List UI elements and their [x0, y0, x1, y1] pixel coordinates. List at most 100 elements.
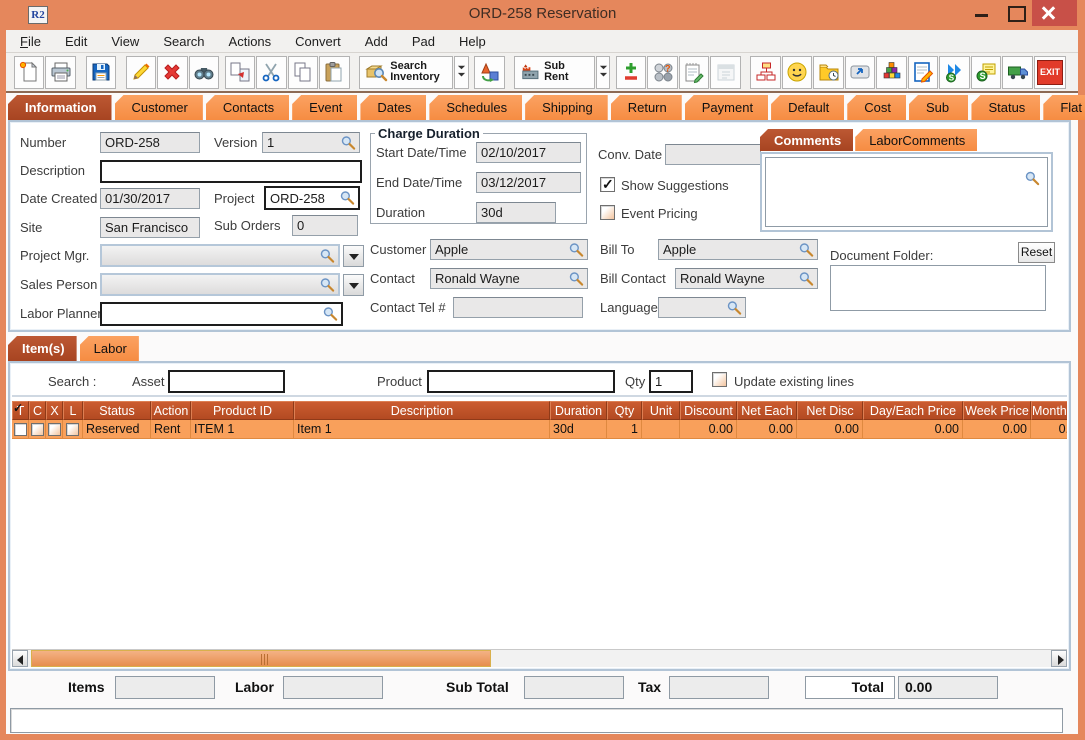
col-product-id[interactable]: Product ID	[191, 401, 294, 420]
menu-add[interactable]: Add	[365, 34, 388, 49]
col-qty[interactable]: Qty	[607, 401, 642, 420]
customer-field[interactable]	[430, 239, 588, 260]
product-input[interactable]	[427, 370, 615, 393]
bill-contact-field[interactable]	[675, 268, 818, 289]
col-c[interactable]: C	[29, 401, 46, 420]
find-button[interactable]	[189, 56, 219, 89]
tab-status[interactable]: Status	[971, 95, 1040, 120]
smiley-button[interactable]	[782, 56, 812, 89]
menu-edit[interactable]: Edit	[65, 34, 87, 49]
col-unit[interactable]: Unit	[642, 401, 680, 420]
notes-button[interactable]	[679, 56, 709, 89]
comments-lookup-icon[interactable]	[1024, 170, 1041, 187]
labor-planner-field[interactable]	[100, 302, 343, 326]
tab-comments[interactable]: Comments	[760, 129, 853, 151]
money-note-button[interactable]: S	[971, 56, 1001, 89]
col-action[interactable]: Action	[151, 401, 191, 420]
contact-lookup-icon[interactable]	[568, 270, 585, 287]
tab-flat-discounts[interactable]: Flat Discounts	[1043, 95, 1085, 120]
tab-schedules[interactable]: Schedules	[429, 95, 522, 120]
conv-date-field[interactable]	[665, 144, 761, 165]
folder-clock-button[interactable]	[813, 56, 843, 89]
show-suggestions-checkbox[interactable]	[600, 177, 615, 192]
document-folder-box[interactable]	[830, 265, 1046, 311]
comments-textarea[interactable]	[766, 158, 1047, 226]
project-mgr-dropdown[interactable]	[343, 245, 364, 267]
cut-button[interactable]	[256, 56, 286, 89]
menu-pad[interactable]: Pad	[412, 34, 435, 49]
tab-labor[interactable]: Labor	[80, 336, 139, 361]
exit-button[interactable]: EXIT	[1034, 56, 1066, 89]
scroll-right-arrow[interactable]	[1051, 650, 1067, 667]
copy-button[interactable]	[288, 56, 318, 89]
shapes-button[interactable]	[474, 56, 504, 89]
table-row[interactable]: Reserved Rent ITEM 1 Item 1 30d 1 0.00 0…	[12, 420, 1067, 439]
event-pricing-checkbox[interactable]	[600, 205, 615, 220]
tax-field[interactable]	[669, 676, 769, 699]
search-inventory-dropdown[interactable]	[454, 56, 468, 89]
site-field[interactable]	[100, 217, 200, 238]
labor-total-field[interactable]	[283, 676, 383, 699]
org-chart-button[interactable]	[750, 56, 780, 89]
col-day-each-price[interactable]: Day/Each Price	[863, 401, 963, 420]
menu-convert[interactable]: Convert	[295, 34, 341, 49]
menu-view[interactable]: View	[111, 34, 139, 49]
language-field[interactable]	[658, 297, 746, 318]
tab-sub-total[interactable]: Sub Total	[909, 95, 968, 120]
update-existing-lines-checkbox[interactable]	[712, 372, 727, 387]
asset-input[interactable]	[168, 370, 285, 393]
tab-return[interactable]: Return	[611, 95, 682, 120]
minimize-button[interactable]	[967, 0, 997, 24]
col-x[interactable]: X	[46, 401, 63, 420]
start-date-field[interactable]	[476, 142, 581, 163]
version-lookup-icon[interactable]	[340, 134, 357, 151]
horizontal-scrollbar[interactable]	[12, 649, 1067, 667]
customer-lookup-icon[interactable]	[568, 241, 585, 258]
col-description[interactable]: Description	[294, 401, 550, 420]
edit-button[interactable]	[126, 56, 156, 89]
tab-information[interactable]: Information	[8, 95, 112, 120]
tab-dates[interactable]: Dates	[360, 95, 426, 120]
tab-default[interactable]: Default	[771, 95, 844, 120]
number-field[interactable]	[100, 132, 200, 153]
menu-actions[interactable]: Actions	[229, 34, 272, 49]
scroll-left-arrow[interactable]	[12, 650, 28, 667]
row-c-checkbox[interactable]	[31, 423, 44, 436]
add-remove-button[interactable]	[616, 56, 646, 89]
col-week-price[interactable]: Week Price	[963, 401, 1031, 420]
total-value-field[interactable]: 0.00	[898, 676, 998, 699]
row-x-checkbox[interactable]	[48, 423, 61, 436]
col-l[interactable]: L	[63, 401, 83, 420]
qty-input[interactable]	[649, 370, 693, 393]
forward-money-button[interactable]: S	[939, 56, 969, 89]
tab-payment[interactable]: Payment	[685, 95, 768, 120]
row-l-checkbox[interactable]	[66, 423, 79, 436]
sub-total-field[interactable]	[524, 676, 624, 699]
sub-rent-dropdown[interactable]	[596, 56, 610, 89]
print-button[interactable]	[45, 56, 75, 89]
calendar-button[interactable]	[710, 56, 740, 89]
menu-file[interactable]: File	[20, 34, 41, 49]
sales-person-field[interactable]	[100, 273, 340, 296]
group-query-button[interactable]: ?	[647, 56, 677, 89]
search-inventory-button[interactable]: Search Inventory	[359, 56, 453, 89]
tab-customer[interactable]: Customer	[115, 95, 203, 120]
bill-to-field[interactable]	[658, 239, 818, 260]
tab-items[interactable]: Item(s)	[8, 336, 77, 361]
menu-help[interactable]: Help	[459, 34, 486, 49]
contact-field[interactable]	[430, 268, 588, 289]
delivery-truck-button[interactable]	[1002, 56, 1032, 89]
tab-contacts[interactable]: Contacts	[206, 95, 289, 120]
close-button[interactable]	[1032, 0, 1077, 26]
language-lookup-icon[interactable]	[726, 299, 743, 316]
save-button[interactable]	[86, 56, 116, 89]
version-field[interactable]	[262, 132, 360, 153]
bill-contact-lookup-icon[interactable]	[798, 270, 815, 287]
labor-planner-lookup-icon[interactable]	[322, 306, 339, 323]
paste-button[interactable]	[319, 56, 349, 89]
transfer-button[interactable]	[225, 56, 255, 89]
end-date-field[interactable]	[476, 172, 581, 193]
project-lookup-icon[interactable]	[339, 190, 356, 207]
shortcut-key-button[interactable]	[845, 56, 875, 89]
scrollbar-thumb[interactable]	[31, 650, 491, 667]
